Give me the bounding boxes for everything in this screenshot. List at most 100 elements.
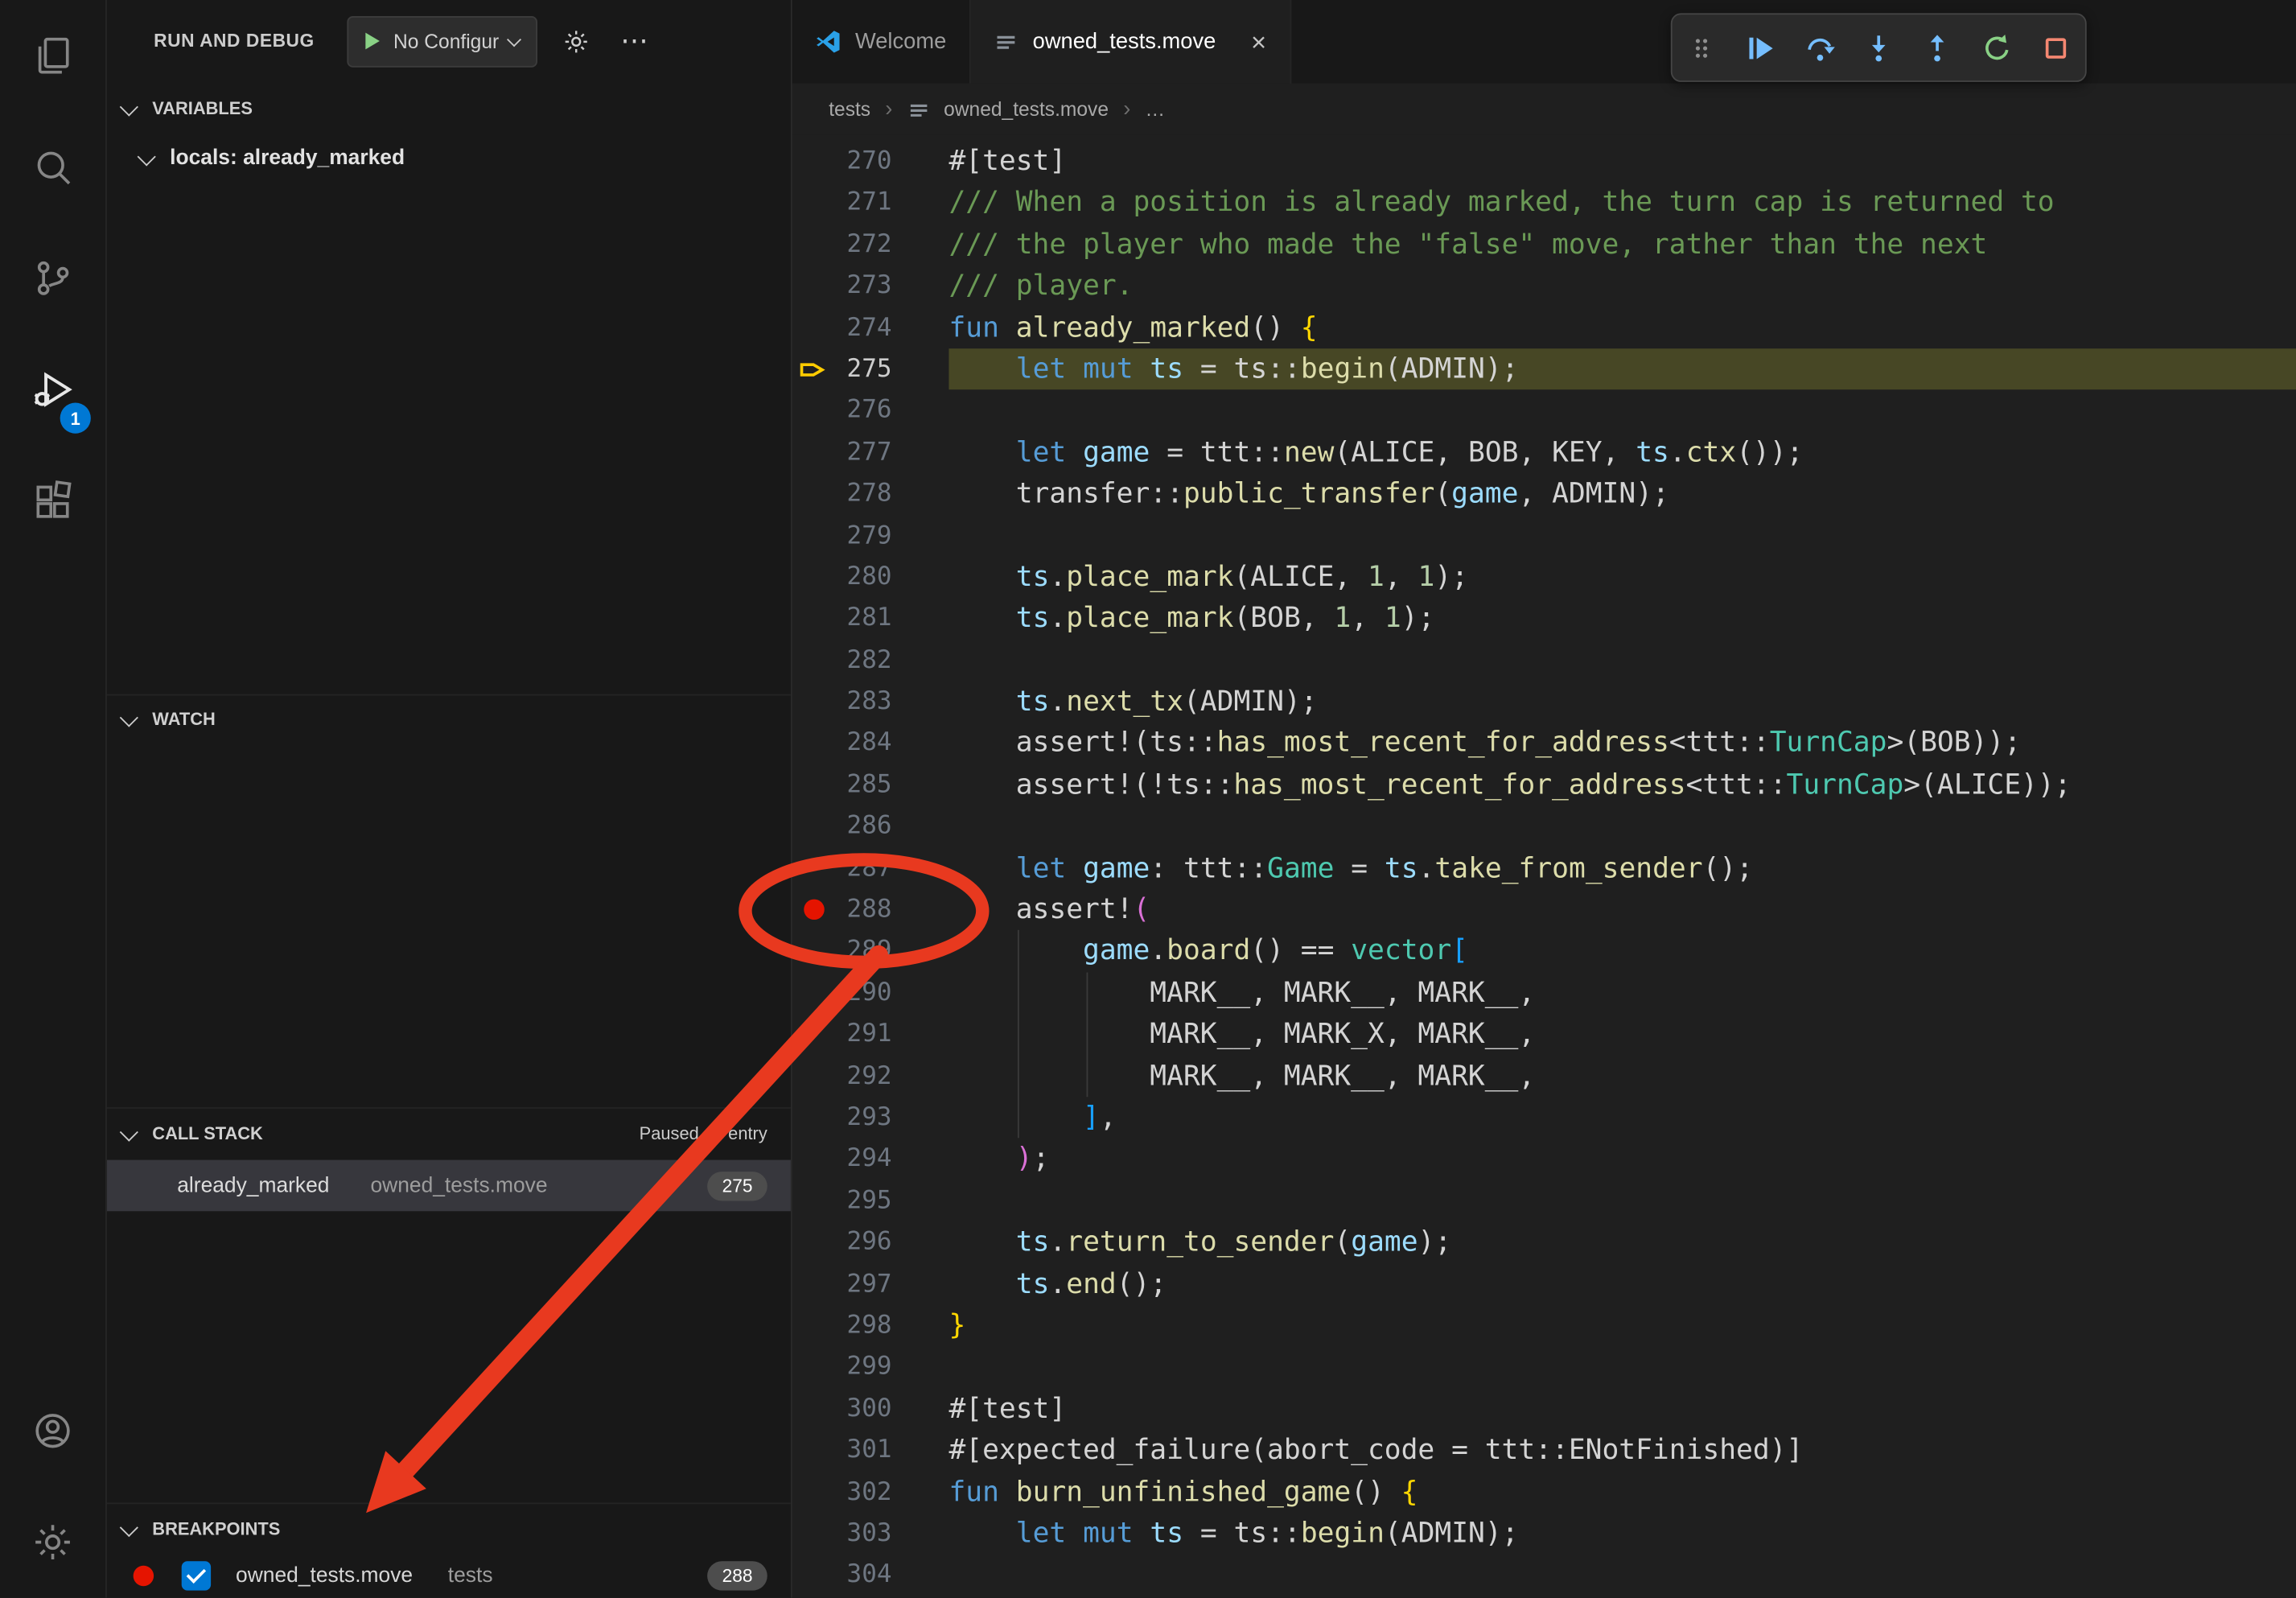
source-control-icon[interactable]: [0, 223, 105, 334]
line-number[interactable]: 287: [830, 847, 891, 889]
code-line[interactable]: 270 #[test]: [792, 141, 2296, 183]
breakpoint-list-item[interactable]: owned_tests.move tests 288: [107, 1552, 791, 1597]
line-number[interactable]: 294: [830, 1139, 891, 1180]
code-line[interactable]: 288 assert!(: [792, 889, 2296, 931]
code-line[interactable]: 282: [792, 640, 2296, 682]
code-text[interactable]: ts.return_to_sender(game);: [948, 1221, 2296, 1263]
line-number[interactable]: 301: [830, 1430, 891, 1472]
code-text[interactable]: /// the player who made the "false" move…: [948, 224, 2296, 266]
breadcrumb-file[interactable]: owned_tests.move: [944, 98, 1109, 120]
breakpoint-gutter[interactable]: [792, 1305, 830, 1347]
code-line[interactable]: 304: [792, 1555, 2296, 1596]
breadcrumb-folder[interactable]: tests: [829, 98, 870, 120]
code-text[interactable]: game.board() == vector[: [948, 931, 2296, 973]
code-line[interactable]: 298}: [792, 1305, 2296, 1347]
breakpoint-gutter[interactable]: [792, 182, 830, 224]
breakpoint-gutter[interactable]: [792, 1513, 830, 1555]
code-line[interactable]: 303 let mut ts = ts::begin(ADMIN);: [792, 1513, 2296, 1555]
debug-config-dropdown[interactable]: No Configur: [347, 15, 537, 67]
code-line[interactable]: 301 #[expected_failure(abort_code = ttt::…: [792, 1430, 2296, 1472]
code-text[interactable]: #[expected_failure(abort_code = ttt::ENo…: [948, 1430, 2296, 1472]
code-line[interactable]: 284 assert!(ts::has_most_recent_for_addr…: [792, 723, 2296, 764]
code-text[interactable]: #[test]: [948, 1388, 2296, 1430]
line-number[interactable]: 292: [830, 1056, 891, 1098]
breakpoint-gutter[interactable]: [792, 1139, 830, 1180]
code-text[interactable]: let mut ts = ts::begin(ADMIN);: [948, 1513, 2296, 1555]
search-icon[interactable]: [0, 111, 105, 222]
code-line[interactable]: 302fun burn_unfinished_game() {: [792, 1471, 2296, 1513]
breakpoint-gutter[interactable]: [792, 1180, 830, 1222]
start-debug-icon[interactable]: [361, 31, 381, 51]
line-number[interactable]: 295: [830, 1180, 891, 1222]
close-tab-icon[interactable]: ×: [1251, 28, 1266, 55]
code-line[interactable]: 297 ts.end();: [792, 1263, 2296, 1305]
line-number[interactable]: 280: [830, 556, 891, 598]
breakpoint-gutter[interactable]: [792, 1346, 830, 1388]
breakpoint-gutter[interactable]: [792, 515, 830, 557]
code-text[interactable]: let game: ttt::Game = ts.take_from_sende…: [948, 847, 2296, 889]
line-number[interactable]: 293: [830, 1097, 891, 1139]
line-number[interactable]: 291: [830, 1014, 891, 1056]
call-stack-section-header[interactable]: CALL STACK Paused on entry: [107, 1107, 791, 1159]
step-over-icon[interactable]: [1796, 24, 1843, 71]
code-line[interactable]: 290 MARK__, MARK__, MARK__,: [792, 972, 2296, 1014]
line-number[interactable]: 276: [830, 390, 891, 432]
line-number[interactable]: 297: [830, 1263, 891, 1305]
breakpoint-gutter[interactable]: [792, 1097, 830, 1139]
line-number[interactable]: 285: [830, 764, 891, 806]
breakpoint-gutter[interactable]: [792, 598, 830, 640]
step-out-icon[interactable]: [1914, 24, 1961, 71]
code-text[interactable]: #[test]: [948, 141, 2296, 183]
extensions-icon[interactable]: [0, 445, 105, 556]
line-number[interactable]: 278: [830, 473, 891, 515]
line-number[interactable]: 304: [830, 1555, 891, 1596]
tab-owned-tests-move[interactable]: owned_tests.move ×: [971, 0, 1291, 85]
breakpoint-gutter[interactable]: [792, 972, 830, 1014]
line-number[interactable]: 273: [830, 266, 891, 307]
code-text[interactable]: let game = ttt::new(ALICE, BOB, KEY, ts.…: [948, 431, 2296, 473]
code-line[interactable]: 299: [792, 1346, 2296, 1388]
stop-icon[interactable]: [2032, 24, 2079, 71]
breakpoint-gutter[interactable]: [792, 1430, 830, 1472]
breakpoint-gutter[interactable]: [792, 1014, 830, 1056]
breadcrumb-more[interactable]: …: [1145, 98, 1165, 120]
line-number[interactable]: 282: [830, 640, 891, 682]
line-number[interactable]: 270: [830, 141, 891, 183]
debug-settings-gear-icon[interactable]: [558, 22, 595, 60]
breakpoint-gutter[interactable]: [792, 1471, 830, 1513]
breakpoint-checkbox[interactable]: [182, 1560, 211, 1589]
continue-icon[interactable]: [1737, 24, 1784, 71]
settings-gear-icon[interactable]: [0, 1486, 105, 1597]
call-stack-frame-row[interactable]: already_marked owned_tests.move 275: [107, 1160, 791, 1212]
step-into-icon[interactable]: [1855, 24, 1902, 71]
line-number[interactable]: 300: [830, 1388, 891, 1430]
line-number[interactable]: 288: [830, 889, 891, 931]
breakpoint-gutter[interactable]: [792, 723, 830, 764]
code-text[interactable]: fun already_marked() {: [948, 307, 2296, 348]
code-text[interactable]: MARK__, MARK__, MARK__,: [948, 972, 2296, 1014]
code-line[interactable]: 285 assert!(!ts::has_most_recent_for_add…: [792, 764, 2296, 806]
code-text[interactable]: assert!(!ts::has_most_recent_for_address…: [948, 764, 2296, 806]
breakpoint-gutter[interactable]: [792, 847, 830, 889]
line-number[interactable]: 272: [830, 224, 891, 266]
watch-section-header[interactable]: WATCH: [107, 694, 791, 743]
line-number[interactable]: 271: [830, 182, 891, 224]
code-text[interactable]: /// player.: [948, 266, 2296, 307]
line-number[interactable]: 275: [830, 348, 891, 390]
code-line[interactable]: 283 ts.next_tx(ADMIN);: [792, 682, 2296, 723]
code-text[interactable]: [948, 515, 2296, 557]
variables-scope-row[interactable]: locals: already_marked: [107, 134, 791, 181]
line-number[interactable]: 274: [830, 307, 891, 348]
code-line[interactable]: 287 let game: ttt::Game = ts.take_from_s…: [792, 847, 2296, 889]
run-and-debug-icon[interactable]: 1: [0, 334, 105, 445]
code-line[interactable]: 296 ts.return_to_sender(game);: [792, 1221, 2296, 1263]
code-line[interactable]: 289 game.board() == vector[: [792, 931, 2296, 973]
code-text[interactable]: ts.place_mark(BOB, 1, 1);: [948, 598, 2296, 640]
breakpoint-gutter[interactable]: [792, 682, 830, 723]
code-text[interactable]: fun burn_unfinished_game() {: [948, 1471, 2296, 1513]
code-text[interactable]: let mut ts = ts::begin(ADMIN);: [948, 348, 2296, 390]
line-number[interactable]: 283: [830, 682, 891, 723]
code-text[interactable]: [948, 806, 2296, 848]
breakpoint-gutter[interactable]: [792, 266, 830, 307]
line-number[interactable]: 284: [830, 723, 891, 764]
